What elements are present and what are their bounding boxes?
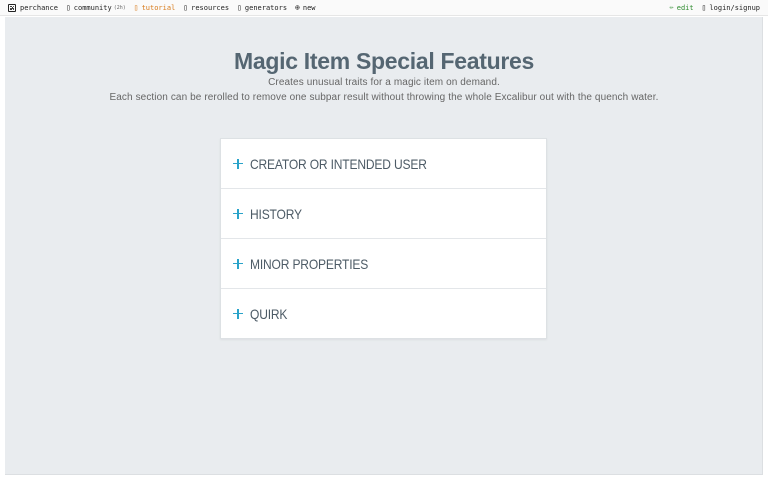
nav-community[interactable]: ▯ community (2h) [65,2,126,12]
nav-community-badge: (2h) [113,4,126,11]
nav-resources[interactable]: ▯ resources [183,2,230,12]
resources-icon: ▯ [183,2,189,12]
sections-accordion: CREATOR OR INTENDED USER HISTORY MINOR P… [220,138,547,339]
description-line-2: Each section can be rerolled to remove o… [109,92,659,103]
section-quirk[interactable]: QUIRK [221,289,546,338]
section-label: MINOR PROPERTIES [250,255,369,272]
nav-login[interactable]: ▯ login/signup [701,2,760,12]
section-label: CREATOR OR INTENDED USER [250,155,427,172]
nav-edit[interactable]: ✏ edit [670,4,694,12]
chat-icon: ▯ [65,2,71,12]
section-creator-or-intended-user[interactable]: CREATOR OR INTENDED USER [221,139,546,189]
top-nav-bar: perchance ▯ community (2h) ▯ tutorial ▯ … [0,0,768,16]
page-title: Magic Item Special Features [234,48,534,74]
plus-icon [232,258,244,270]
nav-brand[interactable]: perchance [8,3,58,12]
nav-generators[interactable]: ▯ generators [237,2,288,12]
user-icon: ▯ [701,2,707,12]
dice-icon [8,3,16,12]
plus-icon [232,208,244,220]
plus-icon [232,158,244,170]
book-icon: ▯ [133,2,139,12]
plus-circle-icon: ⊕ [295,2,300,12]
section-label: HISTORY [250,205,302,222]
nav-edit-label: edit [676,3,694,12]
nav-brand-label: perchance [20,3,58,12]
section-minor-properties[interactable]: MINOR PROPERTIES [221,239,546,289]
description-line-1: Creates unusual traits for a magic item … [268,77,500,88]
plus-icon [232,308,244,320]
nav-new[interactable]: ⊕ new [295,2,316,12]
nav-tutorial-label: tutorial [141,3,176,12]
section-label: QUIRK [250,305,288,322]
nav-resources-label: resources [191,3,230,12]
nav-login-label: login/signup [709,3,760,12]
nav-community-label: community [73,3,112,12]
pencil-icon: ✏ [669,3,674,11]
section-history[interactable]: HISTORY [221,189,546,239]
generator-panel: Magic Item Special Features Creates unus… [5,17,763,475]
generators-icon: ▯ [237,2,242,12]
nav-tutorial[interactable]: ▯ tutorial [133,2,176,12]
nav-new-label: new [302,3,316,12]
nav-generators-label: generators [244,3,288,12]
